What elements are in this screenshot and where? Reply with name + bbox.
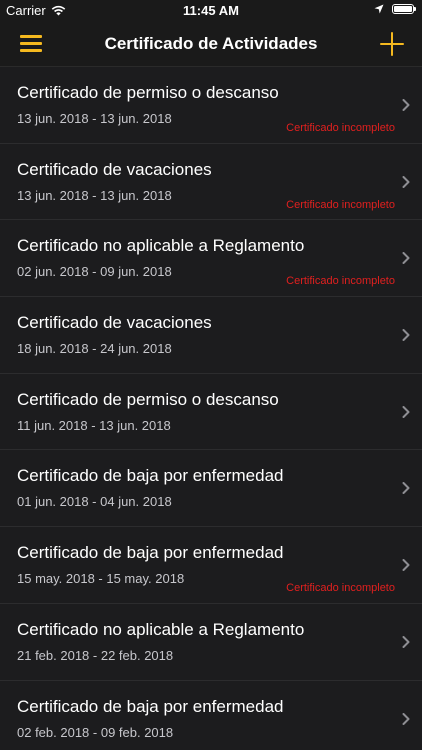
certificate-dates: 21 feb. 2018 - 22 feb. 2018: [17, 647, 174, 663]
certificate-row[interactable]: Certificado no aplicable a Reglamento 02…: [0, 220, 422, 298]
chevron-right-icon: [402, 712, 410, 725]
certificate-dates: 01 jun. 2018 - 04 jun. 2018: [17, 494, 172, 510]
certificate-dates: 02 feb. 2018 - 09 feb. 2018: [17, 724, 174, 740]
chevron-right-icon: [402, 635, 410, 648]
status-right: [374, 4, 416, 14]
certificate-row[interactable]: Certificado de permiso o descanso 13 jun…: [0, 67, 422, 144]
chevron-right-icon: [402, 175, 410, 188]
chevron-right-icon: [402, 482, 410, 495]
chevron-right-icon: [402, 559, 410, 572]
add-certificate-button[interactable]: [380, 32, 404, 56]
certificate-title: Certificado de vacaciones: [17, 313, 212, 333]
certificate-dates: 02 jun. 2018 - 09 jun. 2018: [17, 264, 172, 280]
certificate-row[interactable]: Certificado de vacaciones 18 jun. 2018 -…: [0, 297, 422, 374]
certificate-dates: 13 jun. 2018 - 13 jun. 2018: [17, 187, 172, 203]
navigation-bar: Certificado de Actividades: [0, 22, 422, 67]
certificate-title: Certificado de baja por enfermedad: [17, 466, 284, 486]
certificate-title: Certificado de vacaciones: [17, 159, 212, 179]
certificate-dates: 13 jun. 2018 - 13 jun. 2018: [17, 111, 172, 126]
battery-level: [394, 6, 412, 12]
battery-icon: [392, 4, 416, 14]
certificate-dates: 18 jun. 2018 - 24 jun. 2018: [17, 341, 172, 357]
certificate-title: Certificado no aplicable a Reglamento: [17, 619, 305, 639]
certificate-status: Certificado incompleto: [286, 275, 395, 288]
certificate-status: Certificado incompleto: [286, 198, 395, 211]
chevron-right-icon: [402, 329, 410, 342]
chevron-right-icon: [402, 252, 410, 265]
certificate-title: Certificado de baja por enfermedad: [17, 696, 284, 716]
page-title: Certificado de Actividades: [104, 34, 318, 53]
certificate-title: Certificado de baja por enfermedad: [17, 543, 284, 563]
certificate-dates: 11 jun. 2018 - 13 jun. 2018: [17, 417, 171, 433]
certificate-row[interactable]: Certificado no aplicable a Reglamento 21…: [0, 603, 422, 681]
certificate-row[interactable]: Certificado de baja por enfermedad 02 fe…: [0, 680, 422, 750]
app-screen: Carrier 11:45 AM Certificado de Activida…: [0, 0, 422, 750]
certificate-row[interactable]: Certificado de vacaciones 13 jun. 2018 -…: [0, 143, 422, 221]
location-arrow-icon: [374, 4, 384, 14]
chevron-right-icon: [402, 99, 410, 111]
chevron-right-icon: [402, 405, 410, 418]
certificate-row[interactable]: Certificado de permiso o descanso 11 jun…: [0, 373, 422, 451]
certificate-status: Certificado incompleto: [286, 582, 395, 595]
certificate-list: Certificado de permiso o descanso 13 jun…: [0, 67, 422, 750]
status-time: 11:45 AM: [183, 3, 239, 18]
certificate-dates: 15 may. 2018 - 15 may. 2018: [17, 571, 185, 587]
status-bar: Carrier 11:45 AM: [0, 0, 422, 22]
certificate-row[interactable]: Certificado de baja por enfermedad 15 ma…: [0, 527, 422, 604]
certificate-row[interactable]: Certificado de baja por enfermedad 01 ju…: [0, 450, 422, 528]
certificate-title: Certificado no aplicable a Reglamento: [17, 236, 305, 256]
certificate-title: Certificado de permiso o descanso: [17, 83, 279, 102]
certificate-status: Certificado incompleto: [286, 122, 395, 134]
certificate-title: Certificado de permiso o descanso: [17, 389, 279, 409]
